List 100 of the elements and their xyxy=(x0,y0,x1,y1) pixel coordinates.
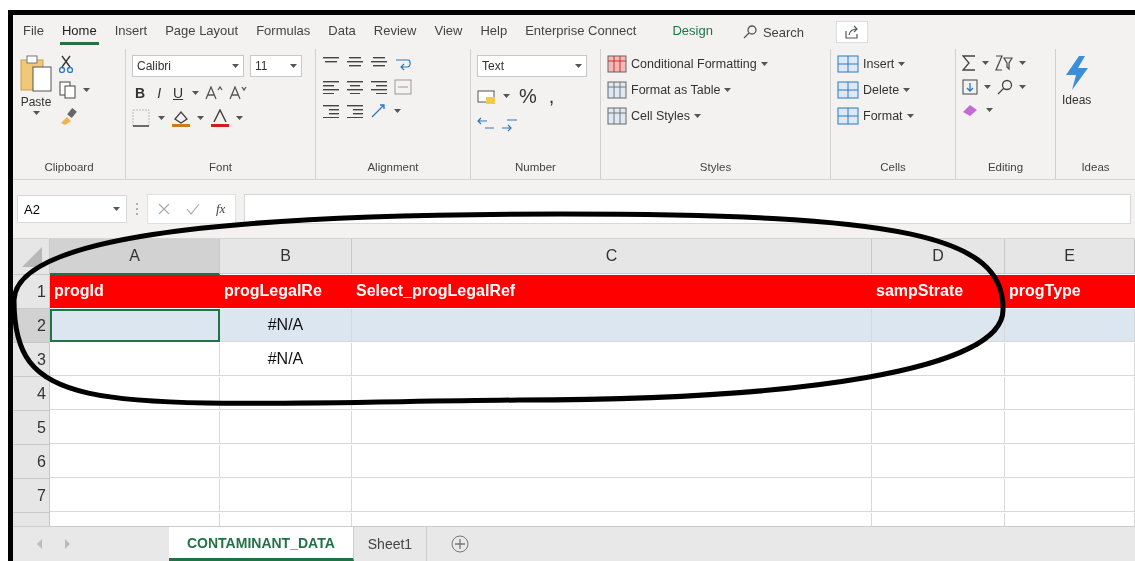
format-cells-icon[interactable] xyxy=(837,107,859,125)
column-header[interactable]: E xyxy=(1005,239,1135,274)
group-label: Cells xyxy=(879,160,907,175)
ribbon-tab[interactable]: View xyxy=(432,19,465,45)
caret-icon[interactable] xyxy=(236,115,243,121)
styles-button[interactable]: Format as Table xyxy=(607,81,824,99)
column-header[interactable]: B xyxy=(220,239,352,274)
ideas-button[interactable]: Ideas xyxy=(1062,55,1092,157)
ribbon-tab[interactable]: Formulas xyxy=(254,19,313,45)
ribbon-tab[interactable]: Insert xyxy=(112,19,150,45)
drag-handle-icon[interactable] xyxy=(135,202,139,216)
caret-icon[interactable] xyxy=(906,113,914,119)
caret-icon[interactable] xyxy=(197,115,204,121)
caret-icon[interactable] xyxy=(32,111,40,116)
caret-icon[interactable] xyxy=(1019,84,1026,90)
ribbon-tab[interactable]: Help xyxy=(478,19,510,45)
caret-icon[interactable] xyxy=(982,60,989,66)
column-header[interactable]: A xyxy=(50,239,220,275)
caret-icon[interactable] xyxy=(986,107,993,113)
column-header[interactable]: D xyxy=(872,239,1005,274)
decrease-indent-icon[interactable] xyxy=(322,104,340,118)
cells-button[interactable]: Insert xyxy=(837,55,949,73)
format-painter-icon[interactable] xyxy=(59,107,77,125)
add-sheet-icon[interactable] xyxy=(451,535,470,553)
caret-icon[interactable] xyxy=(575,63,582,69)
cells-button[interactable]: Format xyxy=(837,107,949,125)
caret-icon[interactable] xyxy=(232,63,239,69)
font-name-dropdown[interactable]: Calibri xyxy=(132,55,244,77)
ribbon-tab[interactable]: Design xyxy=(670,19,715,45)
increase-font-icon[interactable] xyxy=(205,86,224,100)
sum-icon[interactable] xyxy=(962,55,976,71)
styles-button[interactable]: Conditional Formatting xyxy=(607,55,824,73)
number-format-dropdown[interactable]: Text xyxy=(477,55,587,77)
name-box[interactable]: A2 xyxy=(17,195,127,223)
copy-icon[interactable] xyxy=(59,81,77,99)
header-cell: progLegalRe xyxy=(220,275,352,308)
increase-decimal-icon[interactable] xyxy=(477,116,495,132)
align-center-icon[interactable] xyxy=(346,80,364,94)
cell-styles-icon[interactable] xyxy=(607,107,627,125)
fill-down-icon[interactable] xyxy=(962,79,978,95)
header-cell: Select_progLegalRef xyxy=(352,275,872,308)
borders-icon[interactable] xyxy=(132,109,152,127)
insert-function-button[interactable]: fx xyxy=(216,201,226,217)
row-header[interactable]: 4 xyxy=(13,377,50,411)
search-icon[interactable] xyxy=(742,25,757,39)
align-left-icon[interactable] xyxy=(322,80,340,94)
number-style-button[interactable]: % xyxy=(516,85,540,108)
caret-icon[interactable] xyxy=(984,84,991,90)
caret-icon[interactable] xyxy=(898,61,906,67)
font-style-button[interactable]: U xyxy=(170,85,187,101)
caret-icon[interactable] xyxy=(724,87,732,93)
caret-icon[interactable] xyxy=(394,108,401,114)
orientation-icon[interactable] xyxy=(370,103,388,119)
caret-icon[interactable] xyxy=(158,115,165,121)
caret-icon[interactable] xyxy=(694,113,702,119)
delete-cells-icon[interactable] xyxy=(837,81,859,99)
decrease-decimal-icon[interactable] xyxy=(501,116,519,132)
font-style-button[interactable]: B xyxy=(132,85,149,101)
caret-icon[interactable] xyxy=(760,61,768,67)
group-label: Clipboard xyxy=(43,160,95,175)
ribbon-tab[interactable]: Enterprise Connect xyxy=(523,19,639,45)
row-header[interactable]: 6 xyxy=(13,445,50,479)
row-header[interactable]: 7 xyxy=(13,479,50,513)
caret-icon[interactable] xyxy=(83,87,90,93)
clipboard-icon[interactable] xyxy=(19,55,53,93)
caret-icon[interactable] xyxy=(503,94,510,99)
caret-icon[interactable] xyxy=(1019,60,1026,66)
search-icon[interactable] xyxy=(997,79,1013,95)
decrease-font-icon[interactable] xyxy=(229,86,248,100)
caret-icon[interactable] xyxy=(113,206,120,212)
header-cell: sampStrate xyxy=(872,275,1005,308)
share-icon[interactable] xyxy=(845,25,860,39)
increase-indent-icon[interactable] xyxy=(346,104,364,118)
insert-cells-icon[interactable] xyxy=(837,55,859,73)
scissors-icon[interactable] xyxy=(59,55,73,73)
ribbon-tab[interactable]: Page Layout xyxy=(163,19,241,45)
fill-color-icon[interactable] xyxy=(171,109,191,127)
font-color-icon[interactable] xyxy=(210,109,230,127)
font-style-button[interactable]: I xyxy=(154,85,164,101)
ribbon-tab[interactable]: Data xyxy=(326,19,358,45)
sheet-tab[interactable]: CONTAMINANT_DATA xyxy=(169,527,354,561)
caret-icon[interactable] xyxy=(192,90,200,96)
paste-button[interactable]: Paste xyxy=(19,55,53,157)
row-header[interactable]: 5 xyxy=(13,411,50,445)
align-right-icon[interactable] xyxy=(370,80,388,94)
share-button[interactable] xyxy=(836,21,869,43)
caret-icon[interactable] xyxy=(903,87,911,93)
ribbon-tab[interactable]: Home xyxy=(59,19,99,45)
ribbon-tab[interactable]: Review xyxy=(371,19,419,45)
search-field[interactable]: Search xyxy=(762,24,805,40)
sort-filter-icon[interactable] xyxy=(995,55,1013,71)
check-icon[interactable] xyxy=(186,203,200,215)
font-size-dropdown[interactable]: 11 xyxy=(250,55,302,77)
table-format-icon[interactable] xyxy=(607,81,627,99)
caret-icon[interactable] xyxy=(290,63,297,69)
column-header[interactable]: C xyxy=(352,239,872,274)
number-style-button[interactable]: , xyxy=(545,85,558,108)
cells-button[interactable]: Delete xyxy=(837,81,949,99)
styles-button[interactable]: Cell Styles xyxy=(607,107,824,125)
ribbon-tab[interactable]: File xyxy=(21,19,46,45)
